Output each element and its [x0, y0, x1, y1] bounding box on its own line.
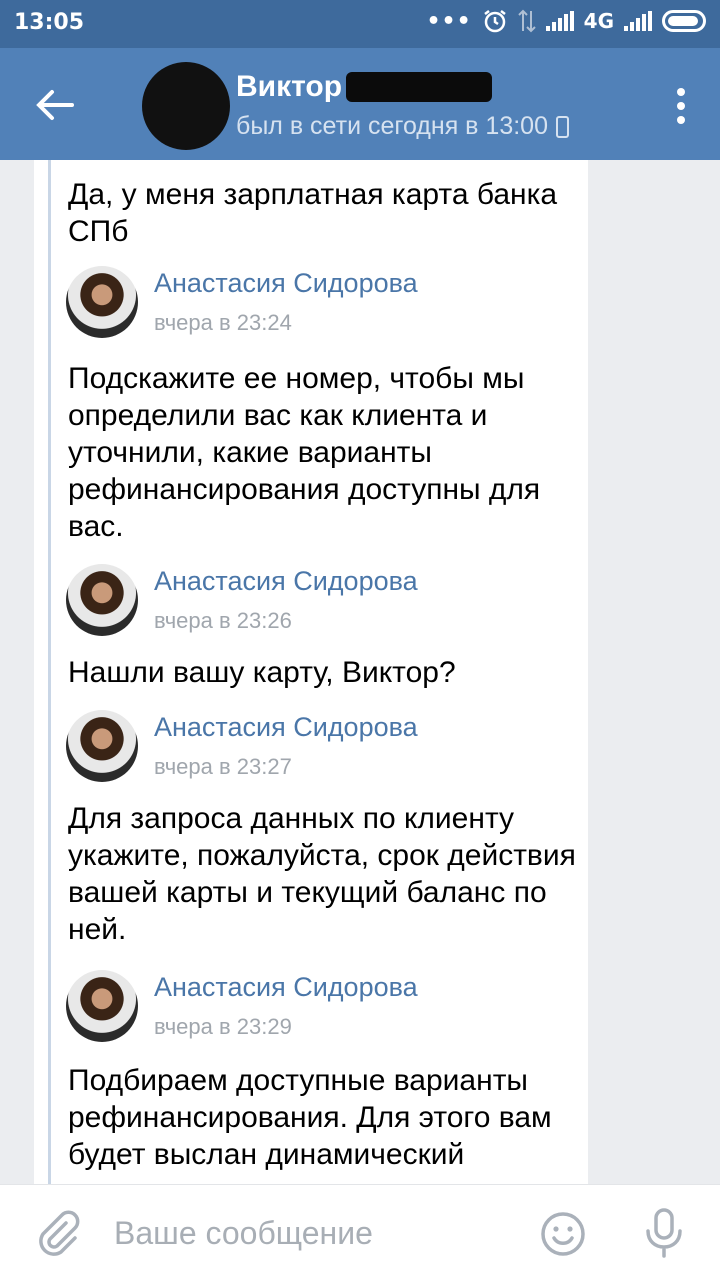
alarm-icon — [483, 10, 506, 33]
message-input[interactable]: Ваше сообщение — [114, 1215, 373, 1252]
contact-name-text: Виктор — [236, 70, 343, 103]
signal-icon — [545, 11, 574, 31]
message-date: вчера в 23:26 — [154, 608, 292, 633]
contact-avatar[interactable] — [142, 62, 230, 150]
message-text: Подскажите ее номер, чтобы мы определили… — [68, 362, 541, 543]
redacted-surname — [346, 72, 493, 102]
paperclip-icon[interactable] — [34, 1209, 82, 1257]
signal-2-icon — [624, 11, 652, 31]
message-date: вчера в 23:29 — [154, 1014, 292, 1039]
author-name[interactable]: Анастасия Сидорова — [154, 566, 418, 597]
contact-status-text: был в сети сегодня в 13:00 — [236, 112, 548, 140]
phone-icon — [555, 115, 569, 138]
author-name[interactable]: Анастасия Сидорова — [154, 712, 418, 743]
author-avatar[interactable] — [66, 710, 138, 782]
chat-header: Виктор был в сети сегодня в 13:00 — [0, 48, 720, 160]
status-bar: 13:05 ••• 4G — [0, 0, 720, 48]
message-date: вчера в 23:27 — [154, 754, 292, 779]
message-date: вчера в 23:24 — [154, 310, 292, 335]
battery-icon — [662, 10, 706, 32]
message-text: Нашли вашу карту, Виктор? — [68, 656, 456, 689]
message-text: Для запроса данных по клиенту укажите, п… — [68, 802, 576, 946]
smile-icon[interactable] — [540, 1211, 586, 1257]
more-vertical-icon[interactable] — [676, 88, 686, 124]
status-time: 13:05 — [14, 10, 85, 35]
message-feed[interactable]: Да, у меня зарплатная карта банка СПб Ан… — [34, 160, 588, 1184]
transfer-icon — [517, 9, 536, 33]
message-text: Подбираем доступные варианты рефинансиро… — [68, 1064, 552, 1171]
contact-name[interactable]: Виктор — [236, 70, 493, 104]
back-arrow-icon[interactable] — [30, 80, 80, 130]
author-avatar[interactable] — [66, 970, 138, 1042]
message-text: Да, у меня зарплатная карта банка СПб — [68, 178, 558, 248]
more-dots-icon: ••• — [426, 8, 472, 34]
contact-status: был в сети сегодня в 13:00 — [236, 112, 569, 141]
author-name[interactable]: Анастасия Сидорова — [154, 972, 418, 1003]
message-composer: Ваше сообщение — [0, 1184, 720, 1280]
message-author[interactable]: Анастасия Сидорова вчера в 23:24 — [66, 266, 566, 338]
message-author[interactable]: Анастасия Сидорова вчера в 23:27 — [66, 710, 566, 782]
message-author[interactable]: Анастасия Сидорова вчера в 23:29 — [66, 970, 566, 1042]
status-icons: ••• 4G — [426, 8, 706, 34]
network-type: 4G — [583, 9, 614, 33]
author-avatar[interactable] — [66, 564, 138, 636]
author-name[interactable]: Анастасия Сидорова — [154, 268, 418, 299]
message-author[interactable]: Анастасия Сидорова вчера в 23:26 — [66, 564, 566, 636]
microphone-icon[interactable] — [640, 1207, 688, 1259]
author-avatar[interactable] — [66, 266, 138, 338]
